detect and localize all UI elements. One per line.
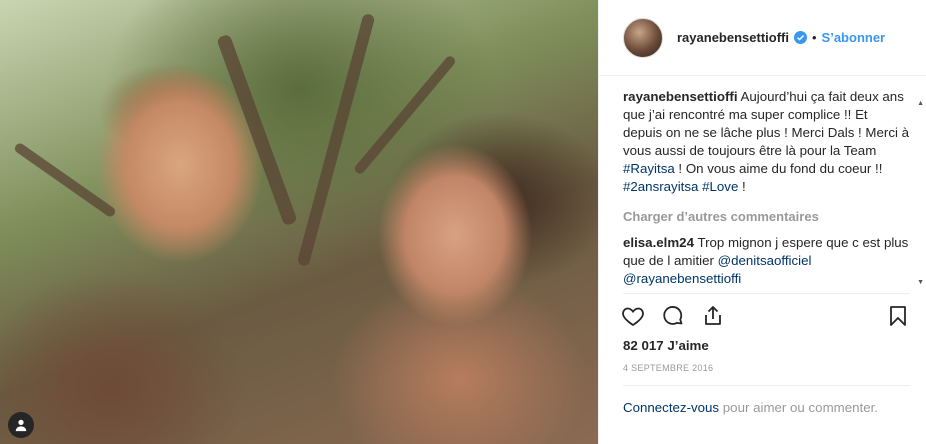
hashtag-link[interactable]: #Rayitsa [623, 161, 675, 176]
photo-branch [216, 33, 298, 227]
comment-icon[interactable] [661, 304, 685, 328]
action-bar [621, 300, 910, 332]
divider [623, 293, 910, 294]
avatar[interactable] [623, 17, 663, 58]
mention-link[interactable]: @rayanebensettioffi [623, 271, 741, 286]
login-prompt: Connectez-vous pour aimer ou commenter. [623, 399, 910, 417]
post-date: 4 SEPTEMBRE 2016 [623, 363, 714, 373]
header-username[interactable]: rayanebensettioffi [677, 30, 789, 45]
login-link[interactable]: Connectez-vous [623, 400, 719, 415]
comments-list[interactable]: rayanebensettioffi Aujourd’hui ça fait d… [623, 88, 910, 288]
login-prompt-text: pour aimer ou commenter. [719, 400, 878, 415]
comment-item: elisa.elm24 Trop mignon j espere que c e… [623, 234, 910, 288]
caption-text: ! [738, 179, 746, 194]
bookmark-icon[interactable] [886, 304, 910, 328]
post-photo[interactable] [0, 0, 598, 444]
caption: rayanebensettioffi Aujourd’hui ça fait d… [623, 88, 910, 196]
follow-button[interactable]: S’abonner [822, 30, 886, 45]
verified-badge-icon [793, 31, 807, 44]
comment-username[interactable]: elisa.elm24 [623, 235, 694, 250]
load-more-comments-button[interactable]: Charger d’autres commentaires [623, 208, 910, 226]
photo-branch [352, 54, 458, 176]
post-side-panel: rayanebensettioffi • S’abonner rayaneben… [598, 0, 926, 444]
share-icon[interactable] [701, 304, 725, 328]
caption-text: ! On vous aime du fond du coeur !! [674, 161, 883, 176]
likes-count[interactable]: 82 017 J’aime [623, 338, 709, 353]
user-tag-icon[interactable] [8, 412, 34, 438]
mention-link[interactable]: @denitsaofficiel [718, 253, 812, 268]
separator-dot: • [811, 30, 817, 45]
caption-username[interactable]: rayanebensettioffi [623, 89, 738, 104]
hashtag-link[interactable]: #2ansrayitsa [623, 179, 698, 194]
scroll-up-arrow[interactable]: ▲ [917, 100, 924, 107]
post-header: rayanebensettioffi • S’abonner [599, 0, 926, 76]
divider [623, 385, 910, 386]
hashtag-link[interactable]: #Love [702, 179, 738, 194]
photo-branch [296, 12, 376, 268]
scroll-down-arrow[interactable]: ▼ [917, 279, 924, 286]
heart-icon[interactable] [621, 304, 645, 328]
photo-branch [12, 141, 118, 219]
